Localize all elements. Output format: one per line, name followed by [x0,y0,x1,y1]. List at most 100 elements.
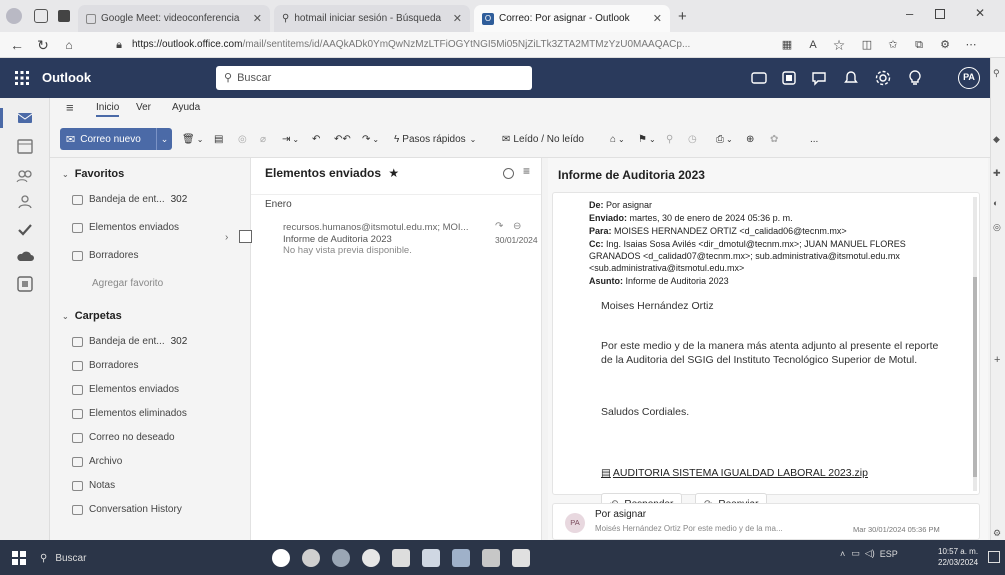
system-tray[interactable]: ˄ ▭ ◁) ESP [840,548,898,559]
select-icon[interactable] [503,168,514,179]
search-input[interactable]: ⚲ Buscar [216,66,532,90]
whats-new-icon[interactable] [810,69,828,87]
back-icon[interactable]: ← [8,36,26,54]
folder-item[interactable]: Archivo [72,456,247,467]
favorites-icon[interactable]: ✩ [884,36,902,54]
sidebar-settings-icon[interactable]: ⚙ [993,528,1001,539]
file-explorer-icon[interactable] [392,549,410,567]
tab-inicio[interactable]: Inicio [96,102,120,117]
edge-icon[interactable] [332,549,350,567]
snooze-button[interactable]: ◷ [688,130,697,148]
new-tab-button[interactable]: + [678,8,687,25]
outlook-sidebar-icon[interactable]: ◎ [993,222,1001,233]
workspaces-icon[interactable] [34,9,48,23]
network-icon[interactable]: ▭ [851,548,860,559]
reply-all-button[interactable]: ↶↶ [334,130,351,148]
split-screen-icon[interactable]: ◫ [858,36,876,54]
folder-item[interactable]: Conversation History [72,504,247,515]
attachment-link[interactable]: ▤ AUDITORIA SISTEMA IGUALDAD LABORAL 2023… [601,467,868,479]
filter-icon[interactable]: ≡ [523,164,530,178]
folder-item[interactable]: Borradores [72,250,247,261]
translate-button[interactable]: ⊕ [746,130,754,148]
shopping-icon[interactable]: ◆ [993,134,1000,145]
folder-item[interactable]: Bandeja de ent... 302 [72,194,247,205]
add-sidebar-icon[interactable]: + [994,354,1000,366]
notifications-bell-icon[interactable] [842,69,860,87]
pin-button[interactable]: ⚲ [666,130,673,148]
thread-item[interactable]: PA Por asignar Moisés Hernández Ortiz Po… [552,503,980,540]
sweep-button[interactable]: ⌀ [260,130,266,148]
more-ribbon-button[interactable]: ... [810,130,818,148]
folders-section[interactable]: ⌄ Carpetas [62,310,122,322]
store-icon[interactable] [422,549,440,567]
app-name[interactable]: Outlook [42,70,91,85]
notifications-icon[interactable] [988,551,1000,563]
onedrive-cloud-icon[interactable] [15,246,35,266]
star-icon[interactable]: ★ [388,166,399,180]
close-window-icon[interactable]: ✕ [975,6,985,20]
immersive-reader-button[interactable]: ✿ [770,130,778,148]
hamburger-menu-icon[interactable]: ≡ [66,100,74,115]
folder-item[interactable]: Elementos enviados [72,222,247,233]
scrollbar-thumb[interactable] [973,277,977,477]
teams-icon[interactable] [780,69,798,87]
read-unread-button[interactable]: ✉ Leído / No leído [502,130,584,148]
games-icon[interactable]: ◐ [993,198,998,208]
windows-start-icon[interactable] [12,551,26,565]
archive-button[interactable]: ▤ [214,130,223,148]
app-available-icon[interactable]: ▦ [778,36,796,54]
tips-lightbulb-icon[interactable] [906,69,924,87]
folder-item[interactable]: Bandeja de ent... 302 [72,336,247,347]
groups-icon[interactable] [15,192,35,212]
chevron-down-icon[interactable]: ⌄ [156,128,172,150]
meet-now-icon[interactable] [750,69,768,87]
tab-ayuda[interactable]: Ayuda [172,102,200,113]
url-field[interactable]: https://outlook.office.com/mail/sentitem… [132,36,772,54]
favorites-section[interactable]: ⌄ Favoritos [62,168,124,180]
print-button[interactable]: ⎙ ⌄ [716,130,733,148]
lock-icon[interactable]: 🔒︎ [110,36,128,54]
account-avatar[interactable]: PA [958,67,980,89]
app-launcher-icon[interactable] [14,70,30,86]
tab-actions-icon[interactable] [58,10,70,22]
add-favorite-link[interactable]: Agregar favorito [92,278,250,289]
calendar-icon[interactable] [15,136,35,156]
folder-item[interactable]: Elementos enviados [72,384,247,395]
restore-icon[interactable] [935,9,945,19]
close-tab-icon[interactable]: ✕ [653,12,662,25]
taskbar-search[interactable]: ⚲ Buscar [40,548,240,568]
more-options-icon[interactable]: ⋯ [962,36,980,54]
folder-item[interactable]: Notas [72,480,247,491]
apps-icon[interactable] [15,274,35,294]
expand-thread-icon[interactable]: › [225,232,228,243]
settings-gear-icon[interactable] [874,69,892,87]
tab-ver[interactable]: Ver [136,102,151,113]
reply-button[interactable]: ↶ [312,130,320,148]
tab-google-meet[interactable]: Google Meet: videoconferencia ✕ [78,5,270,32]
move-to-button[interactable]: ⇥ ⌄ [282,130,299,148]
app-icon[interactable] [302,549,320,567]
chrome-icon[interactable] [362,549,380,567]
teams-taskbar-icon[interactable] [452,549,470,567]
language-indicator[interactable]: ESP [880,549,898,559]
minimize-icon[interactable]: – [906,6,913,21]
folder-item[interactable]: Borradores [72,360,247,371]
delete-button[interactable]: 🗑︎ ⌄ [182,130,203,148]
close-tab-icon[interactable]: ✕ [453,12,462,25]
folder-item[interactable]: Elementos eliminados [72,408,247,419]
browser-profile-icon[interactable] [6,8,22,24]
message-row[interactable]: › recursos.humanos@itsmotul.edu.mx; MOI.… [225,218,541,268]
refresh-icon[interactable]: ↻ [34,36,52,54]
home-icon[interactable]: ⌂ [60,36,78,54]
tab-hotmail-search[interactable]: ⚲ hotmail iniciar sesión - Búsqueda ✕ [274,5,470,32]
message-checkbox[interactable] [239,230,252,243]
forward-button[interactable]: ↷ ⌄ [362,130,379,148]
mail-icon[interactable] [15,108,35,128]
collections-icon[interactable]: ⧉ [910,36,928,54]
new-mail-button[interactable]: ✉ Correo nuevo ⌄ [60,128,172,150]
extensions-icon[interactable]: ⚙ [936,36,954,54]
excel-icon[interactable] [512,549,530,567]
quick-steps-button[interactable]: ϟ Pasos rápidos ⌄ [394,130,476,148]
todo-check-icon[interactable] [15,220,35,240]
tools-icon[interactable]: ✚ [993,168,1001,179]
